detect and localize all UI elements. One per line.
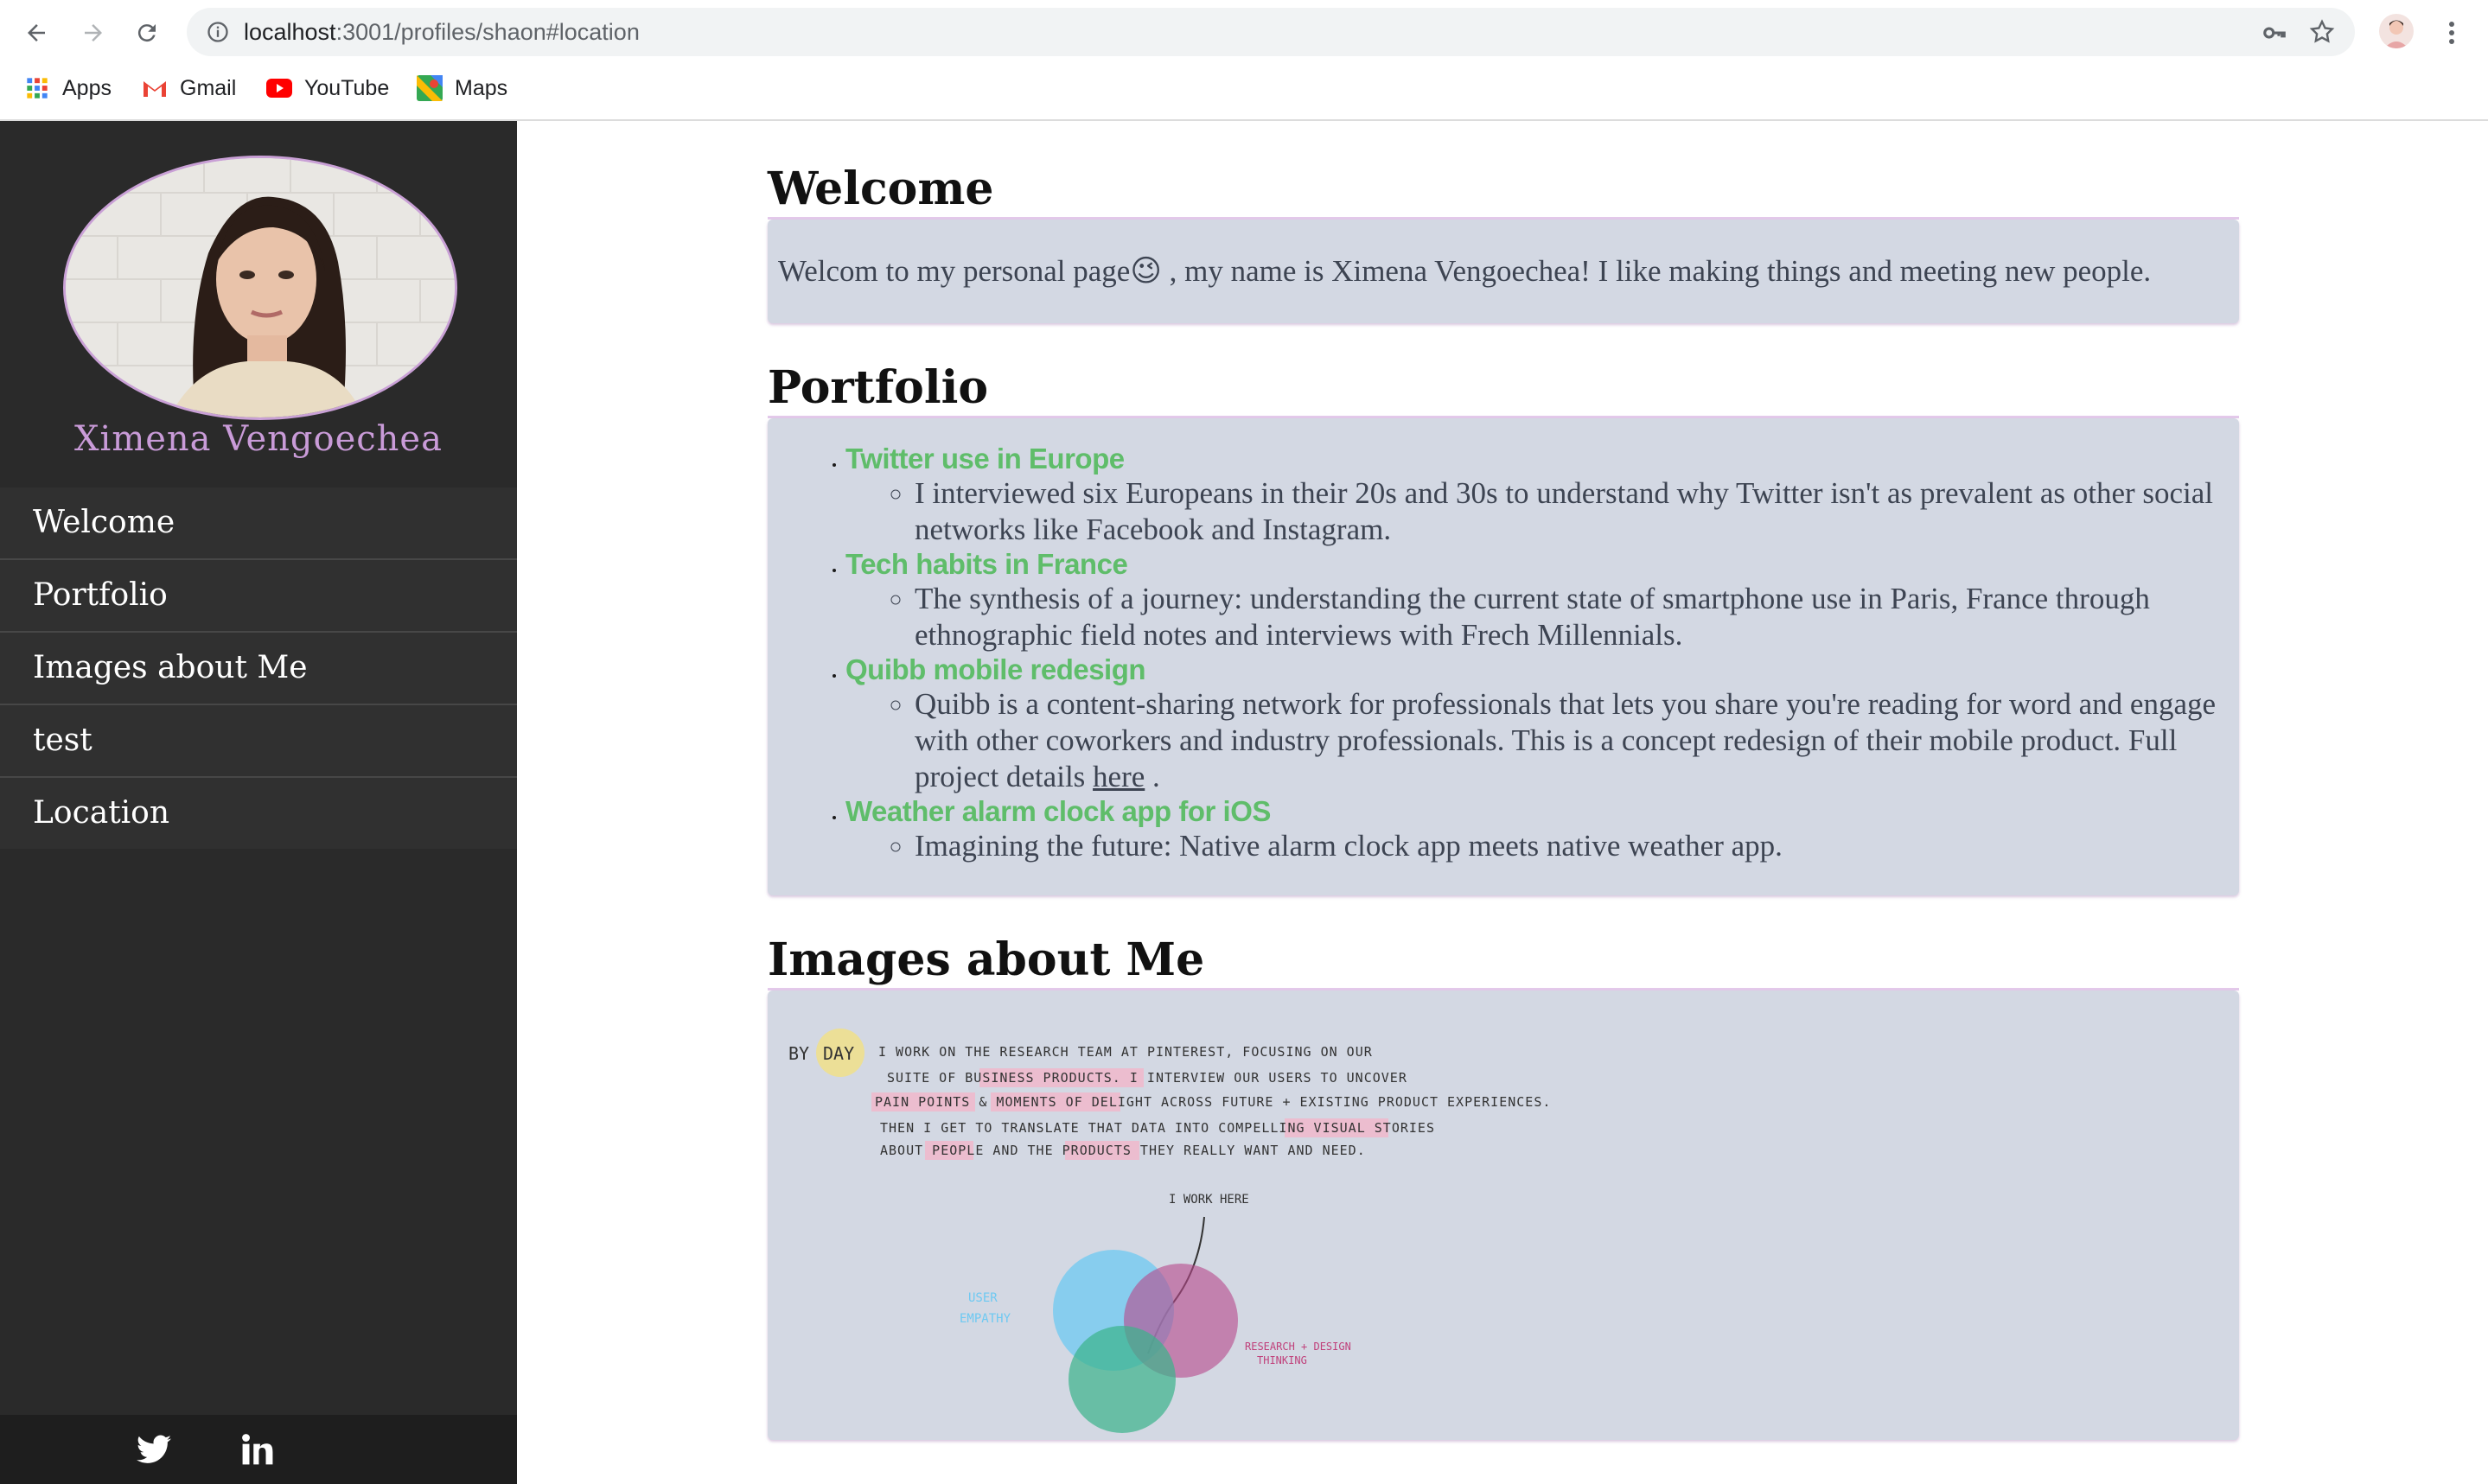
project-details-link[interactable]: here [1093, 760, 1145, 793]
sketch-line: THEN I GET TO TRANSLATE THAT DATA INTO C… [880, 1120, 1435, 1136]
star-icon[interactable] [2308, 18, 2336, 46]
bookmark-label: YouTube [304, 75, 390, 100]
sidebar-item-welcome[interactable]: Welcome [0, 487, 517, 560]
menu-button[interactable] [2443, 16, 2460, 50]
portfolio-panel: Twitter use in Europe I interviewed six … [768, 418, 2239, 895]
info-icon[interactable] [206, 20, 230, 44]
apps-grid-icon [24, 75, 50, 101]
profile-photo [63, 156, 457, 420]
sketch-research-label: RESEARCH + DESIGN [1245, 1341, 1351, 1353]
welcome-section: Welcome Welcom to my personal page😉 , my… [768, 162, 2239, 323]
sidebar: Ximena Vengoechea Welcome Portfolio Imag… [0, 121, 517, 1484]
portfolio-description: I interviewed six Europeans in their 20s… [915, 475, 2222, 548]
welcome-text-start: Welcom to my personal page [778, 254, 1131, 288]
portfolio-item: Tech habits in France The synthesis of a… [845, 548, 2222, 653]
back-arrow-icon [28, 24, 45, 41]
gmail-icon [142, 75, 168, 101]
portfolio-link-weather[interactable]: Weather alarm clock app for iOS [845, 795, 1271, 827]
portrait-image [66, 158, 455, 417]
sketch-i-work-here: I WORK HERE [1169, 1193, 1249, 1207]
linkedin-icon [242, 1434, 273, 1465]
images-heading: Images about Me [768, 933, 2239, 990]
sidebar-item-portfolio[interactable]: Portfolio [0, 560, 517, 633]
venn-circle-green [1069, 1326, 1176, 1433]
bookmark-youtube[interactable]: YouTube [266, 73, 389, 104]
portfolio-list: Twitter use in Europe I interviewed six … [768, 418, 2239, 895]
portfolio-desc-list: Quibb is a content-sharing network for p… [845, 686, 2222, 795]
welcome-heading: Welcome [768, 162, 2239, 220]
bookmark-apps[interactable]: Apps [24, 73, 112, 104]
sketch-empathy-label: EMPATHY [960, 1312, 1011, 1326]
images-section: Images about Me BY DAY I WORK ON THE RES… [768, 933, 2239, 1440]
portfolio-link-twitter[interactable]: Twitter use in Europe [845, 443, 1125, 474]
portfolio-desc-list: The synthesis of a journey: understandin… [845, 581, 2222, 653]
sketch-thinking-label: THINKING [1257, 1354, 1307, 1366]
portfolio-item: Weather alarm clock app for iOS Imaginin… [845, 795, 2222, 864]
forward-arrow-icon [85, 24, 102, 41]
sidebar-item-test[interactable]: test [0, 705, 517, 778]
portfolio-section: Portfolio Twitter use in Europe I interv… [768, 361, 2239, 895]
youtube-icon [266, 75, 292, 101]
sketch-line: I WORK ON THE RESEARCH TEAM AT PINTEREST… [878, 1044, 1373, 1060]
portfolio-item: Twitter use in Europe I interviewed six … [845, 443, 2222, 548]
social-links [0, 1415, 517, 1484]
portfolio-description: The synthesis of a journey: understandin… [915, 581, 2222, 653]
sketch-user-label: USER [968, 1291, 998, 1305]
portfolio-heading: Portfolio [768, 361, 2239, 418]
profile-avatar[interactable] [2379, 14, 2414, 48]
portfolio-link-tech-habits[interactable]: Tech habits in France [845, 548, 1128, 580]
welcome-panel: Welcom to my personal page😉 , my name is… [768, 220, 2239, 323]
bookmark-gmail[interactable]: Gmail [142, 73, 236, 104]
portfolio-description-end: . [1145, 760, 1160, 793]
sketch-day: DAY [823, 1043, 854, 1064]
reload-button[interactable] [130, 16, 164, 50]
sidebar-item-images-about-me[interactable]: Images about Me [0, 633, 517, 705]
sketch-line: SUITE OF BUSINESS PRODUCTS. I INTERVIEW … [887, 1070, 1407, 1086]
bookmarks-bar: Apps Gmail YouTube Maps [0, 66, 2488, 111]
sketch-line: ABOUT PEOPLE AND THE PRODUCTS THEY REALL… [880, 1143, 1366, 1158]
address-bar[interactable]: localhost:3001/profiles/shaon#location [187, 8, 2355, 56]
twitter-link[interactable] [135, 1430, 173, 1468]
key-icon[interactable] [2262, 20, 2287, 46]
sketch-by: BY [788, 1043, 809, 1064]
maps-icon [417, 75, 443, 101]
user-avatar-icon [2384, 20, 2408, 48]
bookmark-maps[interactable]: Maps [417, 73, 507, 104]
welcome-text: Welcom to my personal page😉 , my name is… [768, 220, 2239, 323]
back-button[interactable] [19, 16, 54, 50]
linkedin-link[interactable] [239, 1430, 277, 1468]
forward-button[interactable] [76, 16, 111, 50]
sketch-line: PAIN POINTS & MOMENTS OF DELIGHT ACROSS … [875, 1094, 1551, 1110]
bookmark-label: Apps [62, 75, 112, 100]
bookmark-label: Maps [455, 75, 508, 100]
browser-chrome: localhost:3001/profiles/shaon#location A… [0, 0, 2488, 121]
url-path: :3001/profiles/shaon#location [335, 19, 640, 45]
profile-name: Ximena Vengoechea [74, 419, 443, 459]
portfolio-link-quibb[interactable]: Quibb mobile redesign [845, 653, 1146, 685]
images-panel: BY DAY I WORK ON THE RESEARCH TEAM AT PI… [768, 990, 2239, 1440]
bookmark-label: Gmail [180, 75, 237, 100]
reload-icon [137, 24, 156, 42]
url-text[interactable]: localhost:3001/profiles/shaon#location [244, 8, 640, 56]
wink-emoji: 😉 [1130, 254, 1162, 289]
welcome-text-end: , my name is Ximena Vengoechea! I like m… [1161, 254, 2152, 288]
portfolio-desc-list: I interviewed six Europeans in their 20s… [845, 475, 2222, 548]
portfolio-item: Quibb mobile redesign Quibb is a content… [845, 653, 2222, 795]
browser-toolbar: localhost:3001/profiles/shaon#location [0, 0, 2488, 64]
portfolio-description: Quibb is a content-sharing network for p… [915, 686, 2222, 795]
main-content: Welcome Welcom to my personal page😉 , my… [768, 121, 2239, 1440]
sidebar-item-location[interactable]: Location [0, 778, 517, 849]
url-host: localhost [244, 19, 336, 45]
sketch-image: BY DAY I WORK ON THE RESEARCH TEAM AT PI… [788, 1029, 1551, 1433]
twitter-icon [137, 1435, 171, 1463]
kebab-menu-icon [2449, 22, 2454, 44]
portfolio-description: Imagining the future: Native alarm clock… [915, 828, 2222, 864]
portfolio-desc-list: Imagining the future: Native alarm clock… [845, 828, 2222, 864]
sidebar-menu: Welcome Portfolio Images about Me test L… [0, 487, 517, 849]
